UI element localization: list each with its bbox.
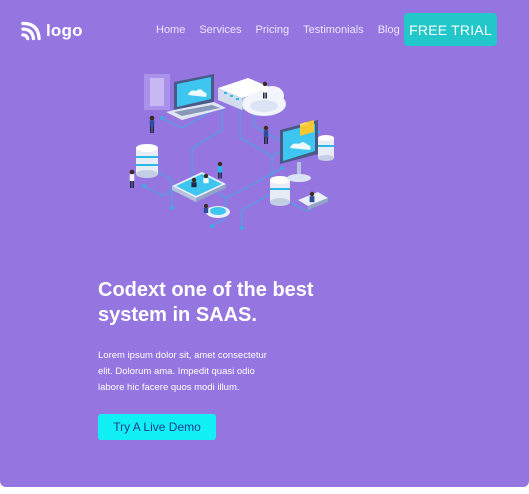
nav-blog[interactable]: Blog	[378, 24, 400, 36]
nav-services[interactable]: Services	[199, 24, 241, 36]
description-line-3: labore hic facere quos modi illum.	[98, 382, 240, 393]
logo-text: logo	[46, 21, 83, 40]
nav-home[interactable]: Home	[156, 24, 185, 36]
live-demo-button[interactable]: Try A Live Demo	[98, 414, 216, 440]
description-line-2: elit. Dolorum ama. Impedit quasi odio	[98, 366, 255, 377]
nav-testimonials[interactable]: Testimonials	[303, 24, 364, 36]
logo[interactable]: logo	[21, 20, 83, 42]
main-nav: Home Services Pricing Testimonials Blog	[156, 24, 400, 36]
free-trial-button[interactable]: FREE TRIAL	[404, 13, 497, 46]
rss-logo-icon	[21, 21, 41, 41]
headline-line-2: system in SAAS.	[98, 304, 257, 326]
hero-illustration	[129, 74, 334, 230]
hero-description: Lorem ipsum dolor sit, amet consectetur …	[98, 348, 298, 396]
headline-line-1: Codext one of the best	[98, 279, 314, 301]
description-line-1: Lorem ipsum dolor sit, amet consectetur	[98, 350, 267, 361]
landing-page: logo Home Services Pricing Testimonials …	[0, 0, 529, 487]
nav-pricing[interactable]: Pricing	[256, 24, 290, 36]
hero-headline: Codext one of the best system in SAAS.	[98, 278, 378, 328]
